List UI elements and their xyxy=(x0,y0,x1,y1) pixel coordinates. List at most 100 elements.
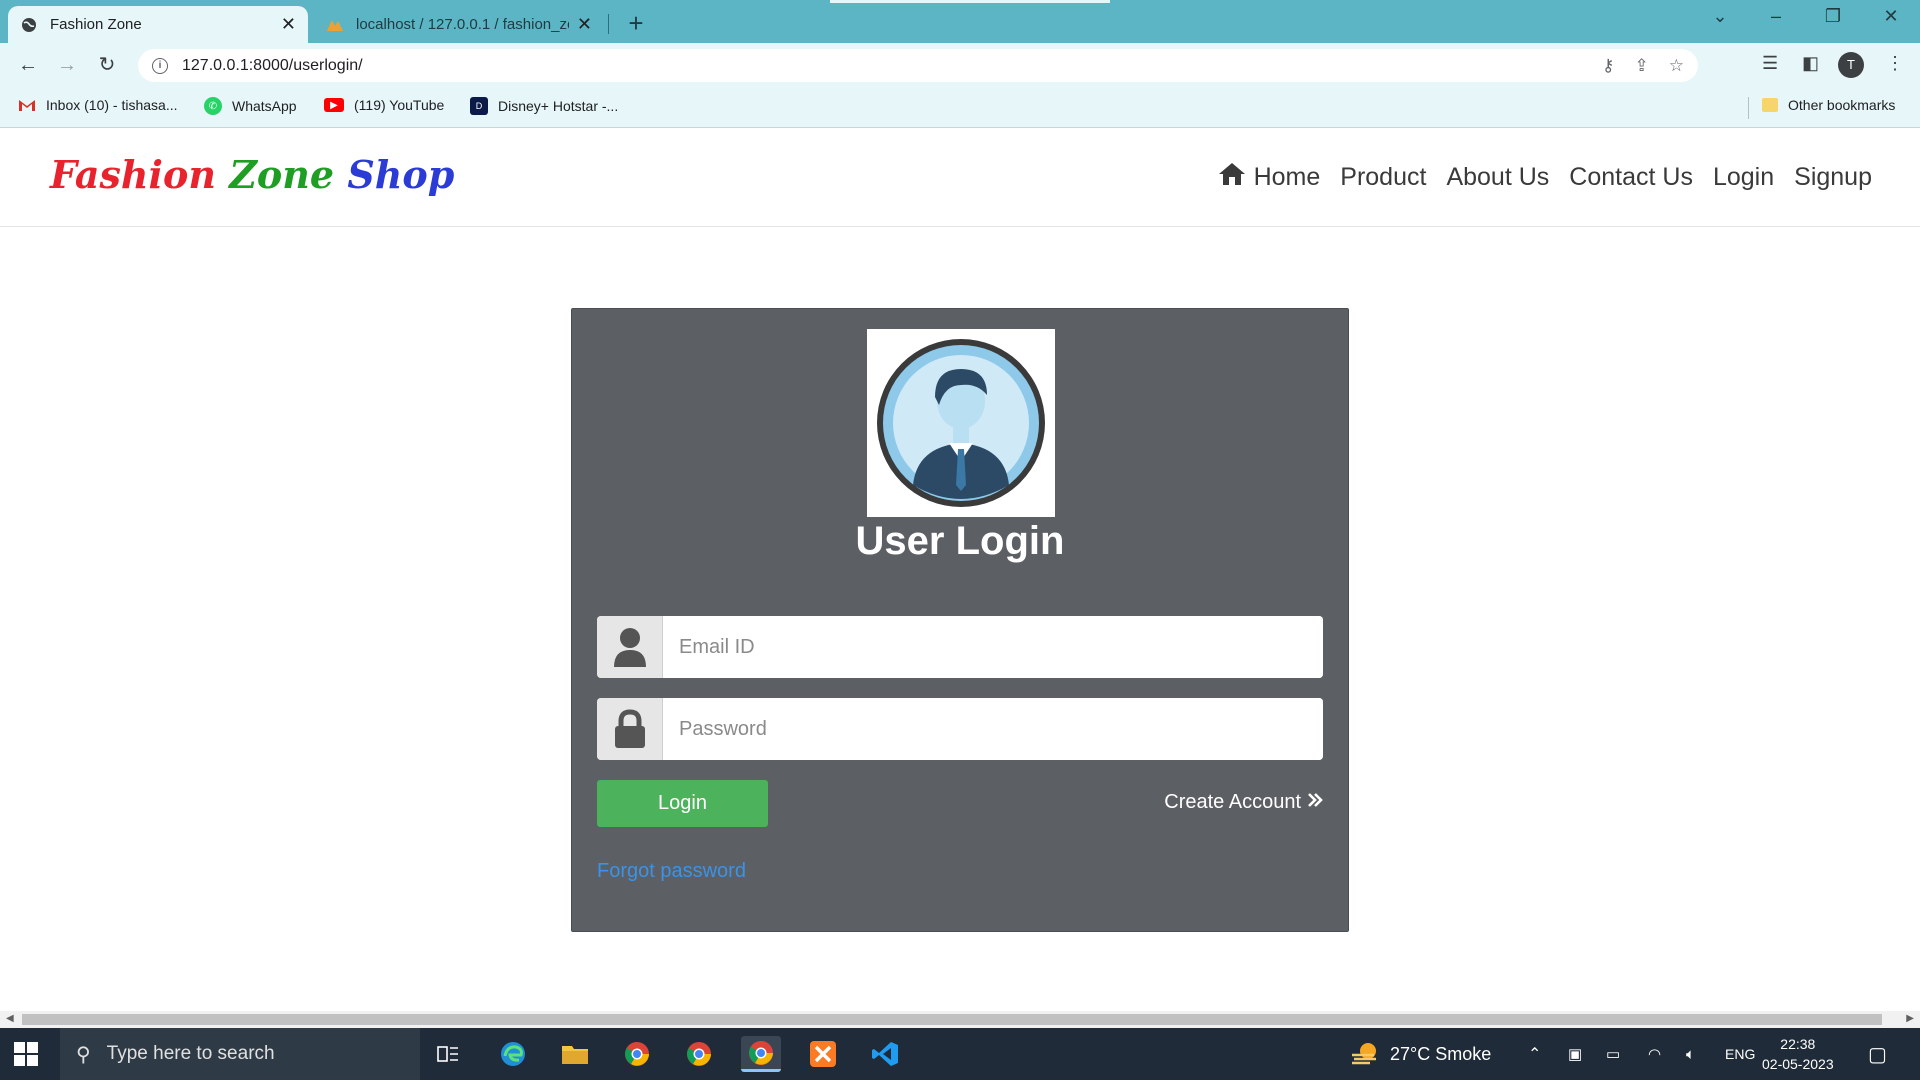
brand-word-shop: Shop xyxy=(347,152,455,197)
bookmark-label: WhatsApp xyxy=(232,98,297,114)
wifi-icon[interactable]: ◠ xyxy=(1648,1028,1661,1080)
tray-overflow-icon[interactable]: ⌃ xyxy=(1528,1028,1541,1080)
file-explorer-icon[interactable] xyxy=(555,1036,595,1072)
tab-title: Fashion Zone xyxy=(50,16,142,33)
forward-icon[interactable]: → xyxy=(53,51,81,79)
minimize-icon[interactable]: – xyxy=(1761,6,1791,27)
create-account-link[interactable]: Create Account xyxy=(1164,791,1323,814)
weather-widget[interactable]: 27°C Smoke xyxy=(1350,1028,1491,1080)
phpmyadmin-icon xyxy=(326,16,344,34)
taskbar-search-box[interactable]: ⚲ Type here to search xyxy=(60,1028,420,1080)
language-indicator[interactable]: ENG xyxy=(1725,1028,1755,1080)
nav-home[interactable]: Home xyxy=(1218,162,1320,193)
notifications-icon[interactable]: ▢ xyxy=(1868,1028,1887,1080)
bookmark-label: Disney+ Hotstar -... xyxy=(498,98,619,114)
nav-login[interactable]: Login xyxy=(1713,163,1774,192)
nav-signup-label: Signup xyxy=(1794,163,1872,191)
reload-icon[interactable]: ↻ xyxy=(93,51,121,79)
clock-time: 22:38 xyxy=(1780,1036,1816,1052)
chrome-active-icon[interactable] xyxy=(741,1036,781,1072)
chrome-profile-icon[interactable] xyxy=(679,1036,719,1072)
create-account-label: Create Account xyxy=(1164,791,1301,813)
scroll-left-icon[interactable]: ◀ xyxy=(6,1013,14,1024)
password-input[interactable] xyxy=(663,698,1323,760)
media-queue-icon[interactable]: ☰ xyxy=(1762,53,1778,74)
bookmarks-separator xyxy=(1748,97,1749,119)
gmail-icon xyxy=(18,97,36,113)
nav-login-label: Login xyxy=(1712,163,1775,191)
main-menu: Home Product About Us Contact Us Login S… xyxy=(1218,162,1872,193)
nav-product[interactable]: Product xyxy=(1340,163,1426,192)
loading-indicator xyxy=(830,0,1110,3)
weather-text: 27°C Smoke xyxy=(1390,1043,1492,1064)
login-title: User Login xyxy=(855,519,1065,563)
bookmarks-bar: Inbox (10) - tishasa... ✆ WhatsApp ▶ (11… xyxy=(0,87,1920,128)
user-avatar-icon xyxy=(877,339,1045,507)
meet-now-icon[interactable]: ▣ xyxy=(1568,1028,1582,1080)
close-tab-icon[interactable]: ✕ xyxy=(281,14,296,35)
horizontal-scrollbar[interactable]: ◀ ▶ xyxy=(0,1011,1920,1028)
site-navbar: Fashion Zone Shop Home Product About Us … xyxy=(0,128,1920,227)
vscode-icon[interactable] xyxy=(865,1036,905,1072)
bookmark-whatsapp[interactable]: ✆ WhatsApp xyxy=(204,97,297,115)
nav-contact-us[interactable]: Contact Us xyxy=(1569,163,1693,192)
bookmark-hotstar[interactable]: D Disney+ Hotstar -... xyxy=(470,97,618,115)
scroll-right-icon[interactable]: ▶ xyxy=(1906,1013,1914,1024)
other-bookmarks-label: Other bookmarks xyxy=(1788,97,1896,113)
key-icon[interactable]: ⚷ xyxy=(1602,56,1614,76)
menu-kebab-icon[interactable]: ⋮ xyxy=(1886,53,1904,74)
close-window-icon[interactable]: ✕ xyxy=(1876,6,1906,27)
tab-separator xyxy=(608,14,609,34)
whatsapp-icon: ✆ xyxy=(204,97,222,115)
login-card: User Login Login Create Account Forgot p… xyxy=(571,308,1349,932)
windows-start-icon[interactable] xyxy=(14,1042,38,1066)
profile-avatar[interactable]: T xyxy=(1838,52,1864,78)
restore-icon[interactable]: ❐ xyxy=(1818,6,1848,27)
bookmark-gmail[interactable]: Inbox (10) - tishasa... xyxy=(18,97,178,113)
login-button[interactable]: Login xyxy=(597,780,768,827)
nav-product-label: Product xyxy=(1340,163,1427,191)
bookmark-label: Inbox (10) - tishasa... xyxy=(46,97,178,113)
globe-icon xyxy=(20,16,38,34)
volume-icon[interactable]: 🔈︎ xyxy=(1686,1028,1695,1080)
url-text[interactable]: 127.0.0.1:8000/userlogin/ xyxy=(182,57,363,75)
brand-logo[interactable]: Fashion Zone Shop xyxy=(50,152,454,197)
site-info-icon[interactable]: i xyxy=(152,57,168,74)
address-bar[interactable]: i 127.0.0.1:8000/userlogin/ ⚷ ⇪ ☆ xyxy=(138,49,1698,82)
close-tab-icon[interactable]: ✕ xyxy=(577,14,592,35)
battery-icon[interactable]: ▭ xyxy=(1606,1028,1620,1080)
scrollbar-thumb[interactable] xyxy=(22,1014,1882,1025)
windows-taskbar: ⚲ Type here to search 27°C Smoke ⌃ ▣ ▭ ◠… xyxy=(0,1028,1920,1080)
tab-search-icon[interactable]: ⌄ xyxy=(1705,6,1735,27)
youtube-icon: ▶ xyxy=(324,98,344,112)
password-field xyxy=(597,698,1323,760)
other-bookmarks[interactable]: Other bookmarks xyxy=(1762,97,1895,113)
system-clock[interactable]: 22:38 02-05-2023 xyxy=(1762,1034,1834,1074)
taskbar-search-placeholder: Type here to search xyxy=(106,1043,275,1064)
browser-tab-strip: Fashion Zone ✕ localhost / 127.0.0.1 / f… xyxy=(0,0,1920,43)
tab-fashion-zone[interactable]: Fashion Zone ✕ xyxy=(8,6,308,43)
bookmark-youtube[interactable]: ▶ (119) YouTube xyxy=(324,97,444,113)
star-icon[interactable]: ☆ xyxy=(1669,56,1684,76)
user-avatar-image xyxy=(867,329,1055,517)
nav-about-us[interactable]: About Us xyxy=(1446,163,1549,192)
share-icon[interactable]: ⇪ xyxy=(1635,56,1649,76)
xampp-icon[interactable] xyxy=(803,1036,843,1072)
bookmark-label: (119) YouTube xyxy=(354,97,445,113)
nav-signup[interactable]: Signup xyxy=(1794,163,1872,192)
folder-icon xyxy=(1762,98,1778,112)
brand-word-zone: Zone xyxy=(229,152,335,197)
edge-icon[interactable] xyxy=(493,1036,533,1072)
weather-icon xyxy=(1350,1041,1380,1068)
tab-phpmyadmin[interactable]: localhost / 127.0.0.1 / fashion_zo ✕ xyxy=(314,6,604,43)
brand-word-fashion: Fashion xyxy=(50,152,216,197)
task-view-icon[interactable] xyxy=(428,1036,468,1072)
nav-contact-label: Contact Us xyxy=(1569,163,1693,191)
tab-title: localhost / 127.0.0.1 / fashion_zo xyxy=(356,16,569,33)
email-input[interactable] xyxy=(663,616,1323,678)
new-tab-icon[interactable]: + xyxy=(622,8,650,39)
chrome-icon[interactable] xyxy=(617,1036,657,1072)
side-panel-icon[interactable]: ◧ xyxy=(1802,53,1819,74)
forgot-password-link[interactable]: Forgot password xyxy=(597,860,746,883)
back-icon[interactable]: ← xyxy=(14,51,42,79)
